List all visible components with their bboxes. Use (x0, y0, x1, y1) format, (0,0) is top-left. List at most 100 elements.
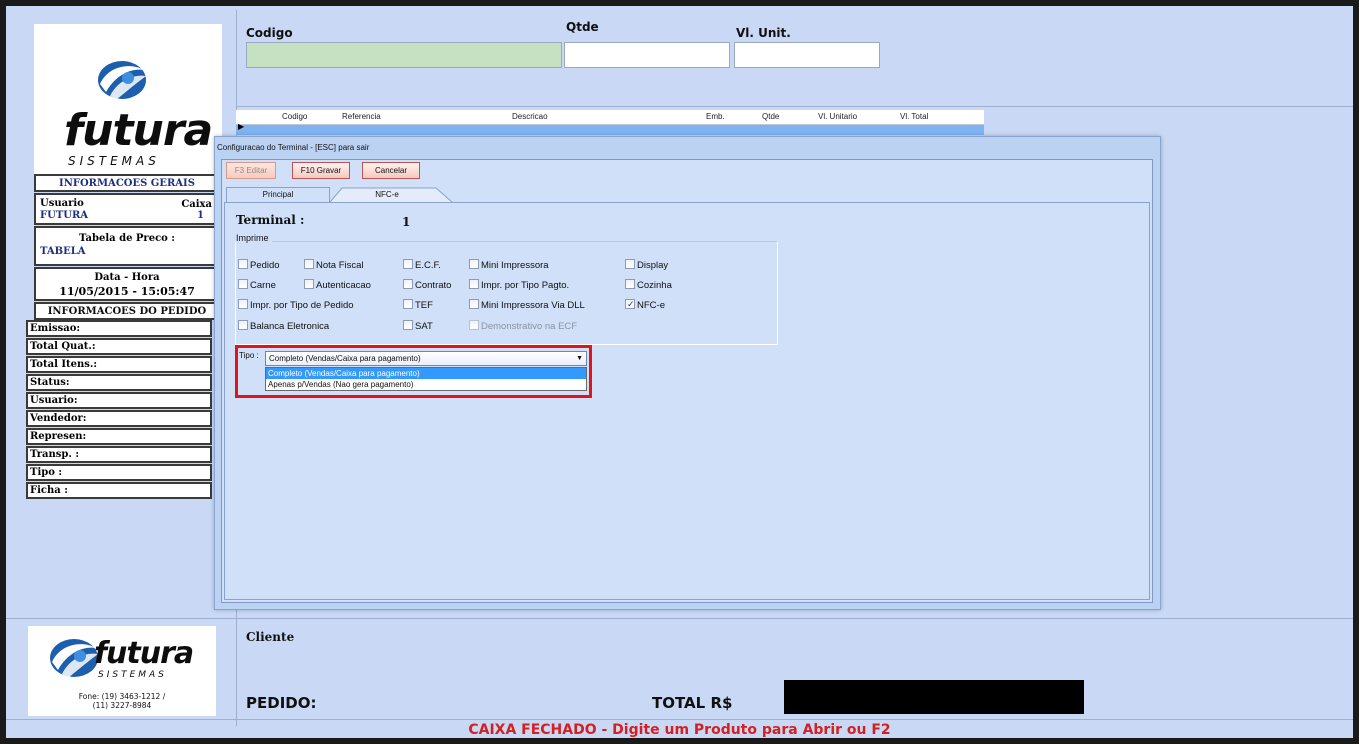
nota-fiscal-checkbox-label: Nota Fiscal (316, 260, 364, 271)
mini-impressora-checkbox-label: Mini Impressora (481, 260, 549, 271)
status-bar-message: CAIXA FECHADO - Digite um Produto para A… (6, 719, 1353, 738)
data-hora-label: Data - Hora (94, 272, 160, 283)
dropdown-arrow-icon[interactable]: ▼ (576, 352, 583, 365)
mini-impressora-checkbox[interactable]: Mini Impressora (469, 259, 549, 272)
data-hora-value: 11/05/2015 - 15:05:47 (59, 285, 195, 298)
checkbox-box[interactable] (469, 299, 479, 309)
col-vl-unitario[interactable]: Vl. Unitario (818, 112, 857, 121)
tef-checkbox[interactable]: TEF (403, 299, 433, 312)
autenticacao-checkbox[interactable]: Autenticacao (304, 279, 371, 292)
represen-field: Represen: (26, 428, 212, 445)
data-hora-box: Data - Hora 11/05/2015 - 15:05:47 (34, 267, 220, 301)
cancelar-button[interactable]: Cancelar (362, 162, 420, 179)
carne-checkbox[interactable]: Carne (238, 279, 276, 292)
transp-field: Transp. : (26, 446, 212, 463)
top-section-divider (236, 106, 1353, 107)
dialog-title: Configuracao do Terminal - [ESC] para sa… (217, 143, 370, 152)
nfce-checkbox[interactable]: ✓ NFC-e (625, 299, 665, 312)
phone-line-2: (11) 3227-8984 (92, 701, 152, 710)
terminal-label: Terminal : (236, 213, 305, 227)
tab-nfce[interactable]: NFC-e (332, 188, 442, 203)
display-checkbox[interactable]: Display (625, 259, 668, 272)
checkbox-box[interactable] (403, 320, 413, 330)
pedido-checkbox-label: Pedido (250, 260, 280, 271)
total-label: TOTAL R$ (652, 694, 733, 712)
nota-fiscal-checkbox[interactable]: Nota Fiscal (304, 259, 364, 272)
bottom-section-divider (6, 618, 1353, 619)
sat-checkbox-label: SAT (415, 321, 433, 332)
qtde-input[interactable] (564, 42, 730, 68)
col-descricao[interactable]: Descricao (512, 112, 548, 121)
items-grid-row[interactable]: ▶ (236, 122, 984, 135)
ecf-checkbox[interactable]: E.C.F. (403, 259, 441, 272)
vl-unit-input[interactable] (734, 42, 880, 68)
vl-unit-label: Vl. Unit. (736, 26, 791, 40)
info-gerais-title: INFORMACOES GERAIS (59, 178, 195, 189)
demonstrativo-checkbox: Demonstrativo na ECF (469, 320, 577, 333)
checkbox-box[interactable] (403, 299, 413, 309)
tipo-option-completo[interactable]: Completo (Vendas/Caixa para pagamento) (266, 368, 586, 379)
checkbox-box[interactable] (304, 259, 314, 269)
tipo-options-list[interactable]: Completo (Vendas/Caixa para pagamento) A… (265, 367, 587, 391)
balanca-checkbox[interactable]: Balanca Eletronica (238, 320, 329, 333)
tipo-dropdown[interactable]: Completo (Vendas/Caixa para pagamento) ▼ (265, 351, 587, 366)
autenticacao-checkbox-label: Autenticacao (316, 280, 371, 291)
balanca-checkbox-label: Balanca Eletronica (250, 321, 330, 332)
col-referencia[interactable]: Referencia (342, 112, 381, 121)
col-codigo[interactable]: Codigo (282, 112, 307, 121)
checkbox-box[interactable] (403, 279, 413, 289)
tipo-field: Tipo : (26, 464, 212, 481)
demonstrativo-checkbox-label: Demonstrativo na ECF (481, 321, 578, 332)
checkbox-box[interactable] (403, 259, 413, 269)
mini-impressora-dll-checkbox-label: Mini Impressora Via DLL (481, 300, 585, 311)
ecf-checkbox-label: E.C.F. (415, 260, 441, 271)
cliente-label: Cliente (246, 630, 295, 644)
vendedor-field: Vendedor: (26, 410, 212, 427)
nfce-checkbox-label: NFC-e (637, 300, 665, 311)
checkbox-box[interactable] (238, 320, 248, 330)
checkbox-box[interactable] (238, 259, 248, 269)
app-window: futura SISTEMAS INFORMACOES GERAIS Usuar… (0, 0, 1359, 744)
col-qtde[interactable]: Qtde (762, 112, 779, 121)
checkbox-box[interactable] (238, 299, 248, 309)
usuario-value: FUTURA (40, 210, 89, 221)
checkbox-box[interactable] (625, 259, 635, 269)
codigo-input[interactable] (246, 42, 562, 68)
tipo-option-apenas-vendas[interactable]: Apenas p/Vendas (Nao gera pagamento) (266, 379, 586, 390)
impr-tipo-pedido-checkbox[interactable]: Impr. por Tipo de Pedido (238, 299, 354, 312)
mini-impressora-dll-checkbox[interactable]: Mini Impressora Via DLL (469, 299, 585, 312)
f3-editar-button[interactable]: F3 Editar (226, 162, 276, 179)
checkbox-box[interactable] (469, 279, 479, 289)
contrato-checkbox[interactable]: Contrato (403, 279, 451, 292)
items-grid-header: Codigo Referencia Descricao Emb. Qtde Vl… (236, 110, 984, 125)
tabela-preco-box: Tabela de Preco : TABELA (34, 226, 220, 266)
checkbox-box[interactable] (625, 279, 635, 289)
checkbox-box[interactable] (238, 279, 248, 289)
impr-tipo-pagto-checkbox[interactable]: Impr. por Tipo Pagto. (469, 279, 569, 292)
usuario-caixa-box: Usuario Caixa FUTURA 1 (34, 193, 220, 225)
phone-line-1: Fone: (19) 3463-1212 / (78, 692, 166, 701)
tab-principal[interactable]: Principal (226, 187, 330, 202)
checkbox-box[interactable] (304, 279, 314, 289)
logo-wordmark: futura (64, 105, 213, 156)
impr-tipo-pedido-checkbox-label: Impr. por Tipo de Pedido (250, 300, 354, 311)
caixa-value: 1 (197, 210, 204, 221)
tabela-preco-value: TABELA (40, 246, 86, 257)
logo-subtitle: SISTEMAS (68, 154, 160, 168)
col-vl-total[interactable]: Vl. Total (900, 112, 928, 121)
col-emb[interactable]: Emb. (706, 112, 725, 121)
checkbox-box[interactable]: ✓ (625, 299, 635, 309)
brand-logo: futura SISTEMAS (34, 24, 222, 174)
cozinha-checkbox[interactable]: Cozinha (625, 279, 672, 292)
f10-gravar-button[interactable]: F10 Gravar (292, 162, 350, 179)
tipo-selected-value: Completo (Vendas/Caixa para pagamento) (269, 354, 421, 363)
sat-checkbox[interactable]: SAT (403, 320, 433, 333)
status-field: Status: (26, 374, 212, 391)
checkbox-box[interactable] (469, 259, 479, 269)
pedido-checkbox[interactable]: Pedido (238, 259, 280, 272)
tipo-label: Tipo : (239, 351, 259, 360)
checkmark-icon: ✓ (627, 299, 635, 309)
caixa-label: Caixa (181, 199, 212, 210)
total-quat-field: Total Quat.: (26, 338, 212, 355)
info-pedido-header: INFORMACOES DO PEDIDO (34, 302, 220, 320)
